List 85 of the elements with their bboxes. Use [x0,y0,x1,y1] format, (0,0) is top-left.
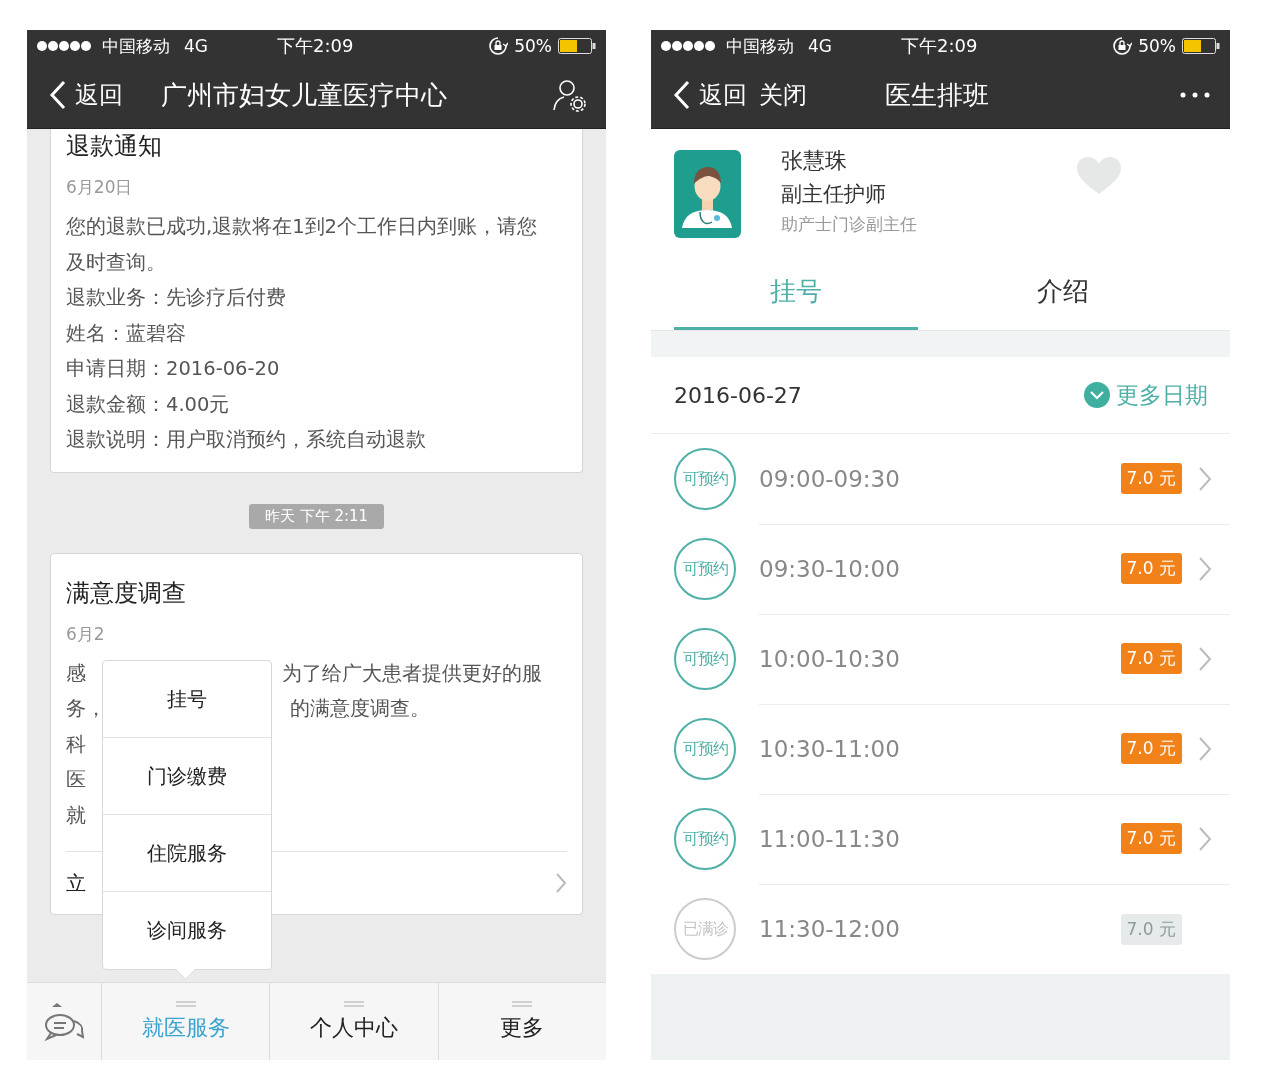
carrier-name: 中国移动 [102,34,170,58]
doctor-avatar-icon [674,150,741,238]
menu-icon [512,1000,533,1007]
message-text: 务， [66,696,106,722]
battery-icon [558,38,596,54]
slot-time: 11:30-12:00 [759,916,901,942]
message-text: 姓名：蓝碧容 [66,320,187,347]
tab-bar-item[interactable]: 更多 [438,983,606,1060]
chat-bubbles-icon [43,1000,85,1043]
message-text: 感 [66,660,86,687]
price-tag: 7.0 元 [1120,463,1182,494]
price-tag: 7.0 元 [1120,913,1182,945]
close-button[interactable]: 关闭 [759,79,807,111]
battery-icon [1182,38,1220,54]
menu-icon [344,1000,364,1007]
network-type: 4G [808,36,832,56]
message-text: 您的退款已成功,退款将在1到2个工作日内到账，请您及时查询。 [66,214,538,276]
clock-time: 下午2:09 [901,34,978,58]
back-chevron-icon [673,80,691,110]
message-text: 申请日期：2016-06-20 [66,356,281,382]
slot-time: 10:30-11:00 [759,735,901,762]
chevron-right-icon [1198,465,1212,492]
slot-time: 09:30-10:00 [759,555,901,582]
menu-icon [175,1000,196,1007]
chevron-right-icon [555,872,567,894]
card-date: 6月20日 [66,176,134,199]
rotation-lock-icon [1112,36,1133,56]
message-text: 医 [66,767,86,793]
time-slot-row[interactable]: 可预约 09:30-10:00 7.0 元 [651,524,1230,614]
chevron-right-icon [1198,735,1212,762]
clock-time: 下午2:09 [277,34,354,58]
back-chevron-icon [49,80,67,110]
chevron-down-circle-icon [1084,382,1110,408]
network-type: 4G [184,36,208,56]
card-title: 退款通知 [66,131,163,161]
price-tag: 7.0 元 [1120,643,1182,674]
status-badge: 已满诊 [674,898,736,960]
schedule-date: 2016-06-27 [674,382,802,408]
status-badge: 可预约 [674,808,736,870]
menu-item[interactable]: 门诊缴费 [103,738,271,815]
status-badge: 可预约 [674,538,736,600]
time-slot-row[interactable]: 已满诊 11:30-12:00 7.0 元 [651,884,1230,974]
back-button[interactable]: 返回 [673,79,747,111]
time-slot-row[interactable]: 可预约 09:00-09:30 7.0 元 [651,434,1230,524]
doctor-name: 张慧珠 [781,147,848,175]
slot-time: 10:00-10:30 [759,645,901,672]
status-badge: 可预约 [674,718,736,780]
message-text: 退款业务：先诊疗后付费 [66,285,287,311]
page-title: 医生排班 [885,78,989,112]
price-tag: 7.0 元 [1120,733,1182,764]
battery-percent: 50% [514,36,552,56]
battery-percent: 50% [1138,36,1176,56]
time-slot-row[interactable]: 可预约 11:00-11:30 7.0 元 [651,794,1230,884]
carrier-name: 中国移动 [726,34,794,58]
message-text: 退款金额：4.00元 [66,391,231,418]
menu-item[interactable]: 挂号 [103,661,271,738]
message-text: 退款说明：用户取消预约，系统自动退款 [66,427,427,453]
back-button[interactable]: 返回 [49,79,123,111]
price-tag: 7.0 元 [1120,553,1182,584]
page-title: 广州市妇女儿童医疗中心 [161,78,447,112]
menu-item[interactable]: 住院服务 [103,815,271,892]
message-text: 为了给广大患者提供更好的服 [282,660,543,687]
time-slot-row[interactable]: 可预约 10:00-10:30 7.0 元 [651,614,1230,704]
price-tag: 7.0 元 [1120,823,1182,854]
card-date: 6月2 [66,622,106,646]
doctor-title: 副主任护师 [781,181,887,208]
message-text: 科 [66,731,86,758]
user-settings-icon[interactable] [552,78,586,112]
tab-bar-item[interactable]: 个人中心 [270,983,439,1060]
doctor-department: 助产士门诊副主任 [781,213,918,236]
message-text: 就 [66,802,86,829]
chevron-right-icon [1198,645,1212,672]
chevron-right-icon [1198,825,1212,852]
status-badge: 可预约 [674,628,736,690]
timestamp: 昨天 下午 2:11 [248,503,385,529]
more-icon[interactable] [1180,92,1210,98]
status-badge: 可预约 [674,448,736,510]
chevron-right-icon [1198,555,1212,582]
rotation-lock-icon [488,36,509,56]
time-slot-row[interactable]: 可预约 10:30-11:00 7.0 元 [651,704,1230,794]
message-text: 的满意度调查。 [289,696,431,722]
slot-time: 09:00-09:30 [759,465,901,492]
card-title: 满意度调查 [66,577,187,608]
slot-time: 11:00-11:30 [759,825,901,852]
tab[interactable]: 介绍 [918,256,1207,330]
